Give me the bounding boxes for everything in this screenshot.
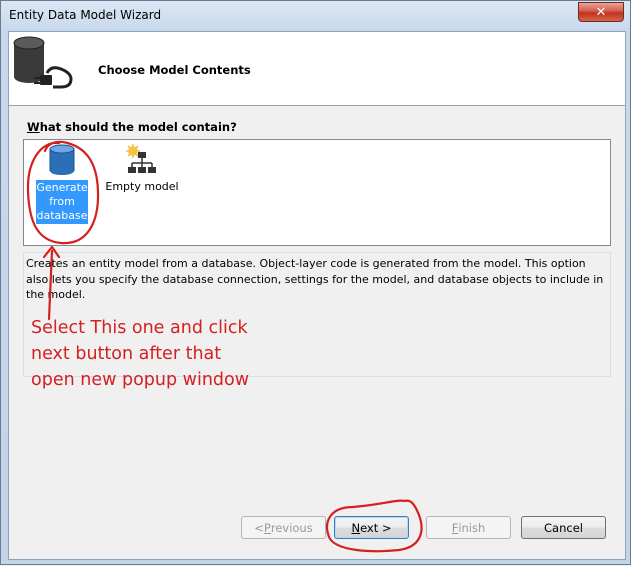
finish-label: inish	[458, 520, 486, 535]
window-title: Entity Data Model Wizard	[9, 8, 162, 22]
option-generate-line-2: from	[49, 195, 75, 208]
close-icon: ✕	[595, 4, 607, 20]
question-accelerator: W	[27, 120, 40, 134]
database-plug-icon	[13, 36, 73, 89]
close-button[interactable]: ✕	[578, 2, 624, 22]
option-generate-from-database[interactable]: Generate from database	[36, 144, 88, 226]
finish-button[interactable]: Finish	[426, 516, 511, 539]
option-generate-line-3: database	[36, 209, 88, 222]
wizard-window: Entity Data Model Wizard ✕ Choose Model …	[0, 0, 631, 565]
wizard-header: Choose Model Contents	[9, 32, 625, 106]
wizard-client-area: Choose Model Contents What should the mo…	[8, 31, 626, 560]
option-empty-label: Empty model	[105, 180, 179, 193]
option-empty-model[interactable]: Empty model	[104, 144, 180, 204]
cancel-button[interactable]: Cancel	[521, 516, 606, 539]
previous-button[interactable]: < Previous	[241, 516, 326, 539]
next-accelerator: N	[351, 520, 361, 535]
description-text: Creates an entity model from a database.…	[26, 257, 604, 301]
annotation-line-1: Select This one and click	[31, 318, 248, 338]
annotation-line-2: next button after that	[31, 344, 222, 364]
option-generate-label: Generate from database	[36, 180, 88, 224]
next-label: ext >	[360, 520, 392, 535]
page-title: Choose Model Contents	[98, 63, 251, 77]
model-contents-question: What should the model contain?	[27, 120, 237, 134]
question-text: hat should the model contain?	[39, 120, 237, 134]
option-generate-line-1: Generate	[36, 181, 88, 194]
previous-label: revious	[270, 520, 313, 535]
annotation-line-3: open new popup window	[31, 370, 250, 390]
annotation-note: Select This one and click next button af…	[31, 315, 331, 393]
title-bar[interactable]: Entity Data Model Wizard ✕	[1, 1, 631, 31]
empty-model-icon	[126, 144, 156, 173]
database-icon	[49, 144, 75, 175]
previous-accelerator: P	[263, 520, 271, 535]
next-button[interactable]: Next >	[334, 516, 409, 539]
previous-prefix: <	[254, 520, 264, 535]
finish-accelerator: F	[451, 520, 459, 535]
model-contents-listbox[interactable]: Generate from database Empty model	[23, 139, 611, 246]
